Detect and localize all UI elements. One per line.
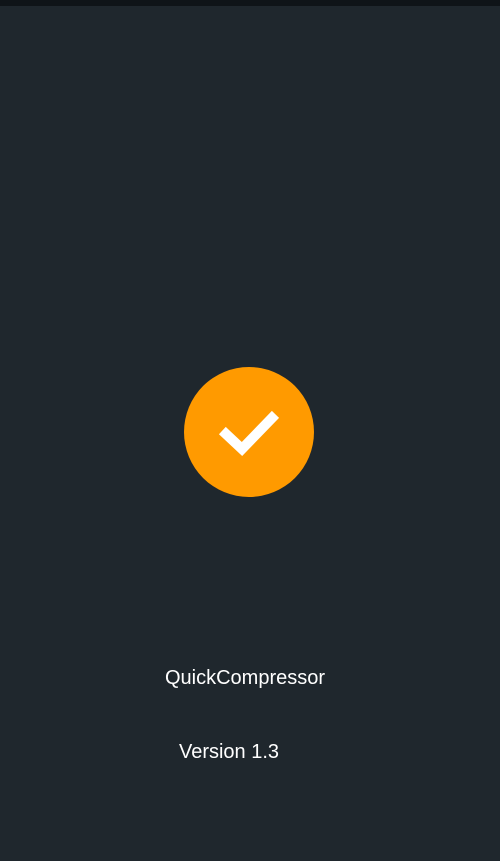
check-icon	[218, 410, 280, 457]
status-bar	[0, 0, 500, 6]
app-logo	[184, 367, 314, 497]
app-name: QuickCompressor	[164, 667, 326, 689]
version-label: Version 1.3	[178, 741, 280, 763]
